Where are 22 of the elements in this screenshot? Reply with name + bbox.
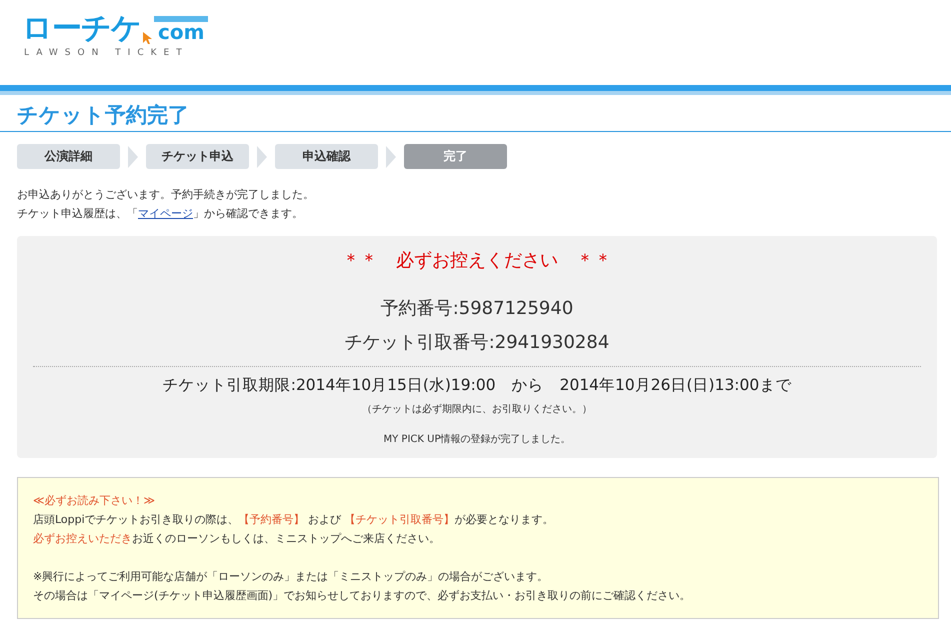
intro-text: チケット申込履歴は、「マイページ」から確認できます。 <box>17 206 304 222</box>
notice-text: その場合は「マイページ(チケット申込履歴画面)」でお知らせしておりますので、必ずお支払い・お引き取りの前にご確認ください。 <box>33 588 692 604</box>
chevron-icon <box>257 146 267 168</box>
ticket-number: 予約番号:5987125940 <box>380 297 574 321</box>
pickup-period: チケット引取期限:2014年10月15日(水)19:00 から 2014年10月26日(日)13:00まで <box>162 375 792 396</box>
notice-heading: ＊＊ 必ずお控えください ＊＊ <box>342 249 612 272</box>
page-title: チケット予約完了 <box>0 101 951 132</box>
intro-text: お申込ありがとうございます。予約手続きが完了しました。 <box>17 187 315 203</box>
notice-text: ※興行によってご利用可能な店舗が「ローソンのみ」または「ミニストップのみ」の場合がございます。 <box>33 568 550 584</box>
ticket-number: チケット引取番号:2941930284 <box>344 331 610 355</box>
period-note: （チケットは必ず期限内に、お引取りください。） <box>362 402 592 416</box>
logo-subtitle: LAWSON TICKET <box>24 48 190 58</box>
chevron-icon <box>128 146 138 168</box>
chevron-icon <box>386 146 396 168</box>
cursor-icon <box>143 32 152 44</box>
mypage-link[interactable]: マイページ <box>138 207 193 220</box>
logo-suffix: com <box>154 16 208 44</box>
notice-text: ≪必ずお読み下さい！≫ <box>33 493 156 509</box>
notice-text: 必ずお控えいただき お近くのローソンもしくは、ミニストップへご来店ください。 <box>33 531 441 547</box>
logo-title: ローチケ <box>22 14 141 44</box>
notice-text: 店頭Loppiでチケットお引き取りの際は、【予約番号】 および 【チケット引取番号】が必要となります。 <box>33 512 555 528</box>
pickup-note: MY PICK UP情報の登録が完了しました。 <box>384 432 570 446</box>
